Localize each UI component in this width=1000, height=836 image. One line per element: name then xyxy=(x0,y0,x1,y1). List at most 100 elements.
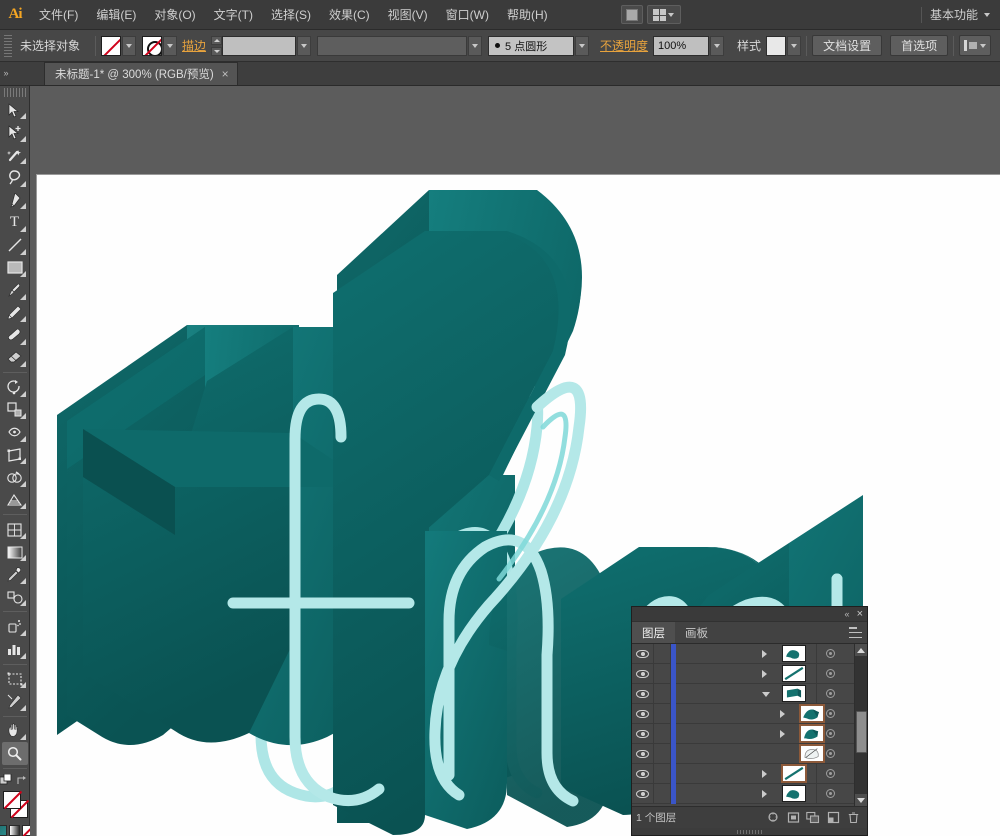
document-setup-button[interactable]: 文档设置 xyxy=(812,35,883,56)
scale-tool[interactable] xyxy=(2,399,28,422)
pen-tool[interactable] xyxy=(2,189,28,212)
panel-title-bar[interactable]: « × xyxy=(632,607,867,622)
fill-swatch-icon[interactable] xyxy=(2,790,21,809)
expand-triangle-icon[interactable] xyxy=(762,769,767,778)
swap-fill-stroke-icon[interactable] xyxy=(16,774,29,787)
visibility-toggle-icon[interactable] xyxy=(632,644,654,664)
width-profile-dropdown-button[interactable] xyxy=(468,35,483,56)
close-icon[interactable]: × xyxy=(222,68,229,80)
tabbar-collapse-icon[interactable]: » xyxy=(0,61,12,85)
panel-menu-icon[interactable] xyxy=(849,627,862,638)
expand-triangle-icon[interactable] xyxy=(762,649,767,658)
graphic-style-swatch-icon[interactable] xyxy=(766,35,787,56)
visibility-toggle-icon[interactable] xyxy=(632,763,654,784)
bridge-icon[interactable] xyxy=(620,5,643,24)
expand-triangle-icon[interactable] xyxy=(780,709,785,718)
layer-row[interactable] xyxy=(632,663,854,684)
layer-content[interactable] xyxy=(676,644,816,664)
visibility-toggle-icon[interactable] xyxy=(632,783,654,804)
opacity-input[interactable]: 100% xyxy=(653,35,710,56)
width-profile-input[interactable] xyxy=(317,35,468,56)
stroke-weight-control[interactable] xyxy=(222,35,312,56)
layer-row[interactable] xyxy=(632,703,854,724)
tab-artboards[interactable]: 画板 xyxy=(675,622,718,643)
gradient-tool[interactable] xyxy=(2,541,28,564)
layers-list[interactable] xyxy=(632,644,867,806)
layer-content[interactable] xyxy=(676,764,816,784)
align-options-button[interactable] xyxy=(959,35,992,56)
create-new-sublayer-button[interactable] xyxy=(803,809,823,827)
opacity-control[interactable]: 100% xyxy=(653,35,725,56)
lock-toggle[interactable] xyxy=(654,683,671,704)
lock-toggle[interactable] xyxy=(654,743,671,764)
graphic-style-control[interactable] xyxy=(766,35,802,56)
fill-dropdown-button[interactable] xyxy=(122,35,137,56)
layer-content[interactable] xyxy=(676,744,824,764)
type-tool[interactable]: T xyxy=(2,211,28,234)
layer-content[interactable] xyxy=(676,704,824,724)
menu-view[interactable]: 视图(V) xyxy=(379,0,437,30)
menu-object[interactable]: 对象(O) xyxy=(145,0,204,30)
mesh-tool[interactable] xyxy=(2,518,28,541)
tab-layers[interactable]: 图层 xyxy=(632,622,675,643)
workspace-chevron-down-icon[interactable] xyxy=(984,12,990,17)
variable-width-profile-control[interactable] xyxy=(317,35,483,56)
menu-edit[interactable]: 编辑(E) xyxy=(87,0,145,30)
stepper-up-button[interactable] xyxy=(211,35,223,45)
arrange-documents-icon[interactable] xyxy=(646,5,681,24)
symbol-sprayer-tool[interactable] xyxy=(2,615,28,638)
scrollbar-thumb[interactable] xyxy=(855,711,867,753)
lock-toggle[interactable] xyxy=(654,723,671,744)
eyedropper-tool[interactable] xyxy=(2,563,28,586)
scroll-down-button[interactable] xyxy=(854,794,867,806)
lock-toggle[interactable] xyxy=(654,703,671,724)
lock-toggle[interactable] xyxy=(654,644,671,664)
stroke-swatch-icon[interactable] xyxy=(142,35,163,56)
expand-triangle-icon[interactable] xyxy=(762,669,767,678)
make-clipping-mask-button[interactable] xyxy=(783,809,803,827)
workspace-switcher[interactable]: 基本功能 xyxy=(930,6,984,23)
panel-resize-handle[interactable] xyxy=(632,828,867,835)
stroke-weight-stepper[interactable] xyxy=(211,35,223,56)
perspective-grid-tool[interactable] xyxy=(2,489,28,512)
brush-definition-control[interactable]: 5 点圆形 xyxy=(488,35,590,56)
rotate-tool[interactable] xyxy=(2,376,28,399)
magic-wand-tool[interactable] xyxy=(2,144,28,167)
default-fill-stroke-icon[interactable] xyxy=(0,773,13,787)
stroke-color-control[interactable] xyxy=(142,35,178,56)
layer-row[interactable] xyxy=(632,683,854,704)
blend-tool[interactable] xyxy=(2,586,28,609)
menu-type[interactable]: 文字(T) xyxy=(205,0,262,30)
expand-triangle-icon[interactable] xyxy=(762,789,767,798)
lasso-tool[interactable] xyxy=(2,166,28,189)
fill-control[interactable] xyxy=(101,35,137,56)
stroke-dropdown-button[interactable] xyxy=(163,35,178,56)
paintbrush-tool[interactable] xyxy=(2,279,28,302)
brush-definition-dropdown-button[interactable] xyxy=(575,35,590,56)
target-indicator-icon[interactable] xyxy=(816,763,844,784)
layer-content[interactable] xyxy=(676,664,816,684)
preferences-button[interactable]: 首选项 xyxy=(890,35,949,56)
document-tab[interactable]: 未标题-1* @ 300% (RGB/预览) × xyxy=(44,62,238,85)
stroke-weight-dropdown-button[interactable] xyxy=(297,35,312,56)
layer-content[interactable] xyxy=(676,724,824,744)
fill-stroke-swatches[interactable] xyxy=(2,790,28,820)
line-segment-tool[interactable] xyxy=(2,234,28,257)
menu-effect[interactable]: 效果(C) xyxy=(320,0,379,30)
width-tool[interactable] xyxy=(2,421,28,444)
lock-toggle[interactable] xyxy=(654,783,671,804)
blob-brush-tool[interactable] xyxy=(2,324,28,347)
locate-object-button[interactable] xyxy=(763,809,783,827)
gradient-mode-button[interactable] xyxy=(9,824,20,836)
visibility-toggle-icon[interactable] xyxy=(632,683,654,704)
artboard-tool[interactable] xyxy=(2,668,28,691)
lock-toggle[interactable] xyxy=(654,763,671,784)
tools-panel-grip[interactable] xyxy=(3,88,26,97)
stroke-weight-input[interactable] xyxy=(222,35,297,56)
layer-row[interactable] xyxy=(632,763,854,784)
opacity-options-link[interactable]: 不透明度 xyxy=(600,37,648,54)
visibility-toggle-icon[interactable] xyxy=(632,663,654,684)
collapse-icon[interactable]: « xyxy=(845,609,850,619)
hand-tool[interactable] xyxy=(2,720,28,743)
target-indicator-icon[interactable] xyxy=(816,683,844,704)
